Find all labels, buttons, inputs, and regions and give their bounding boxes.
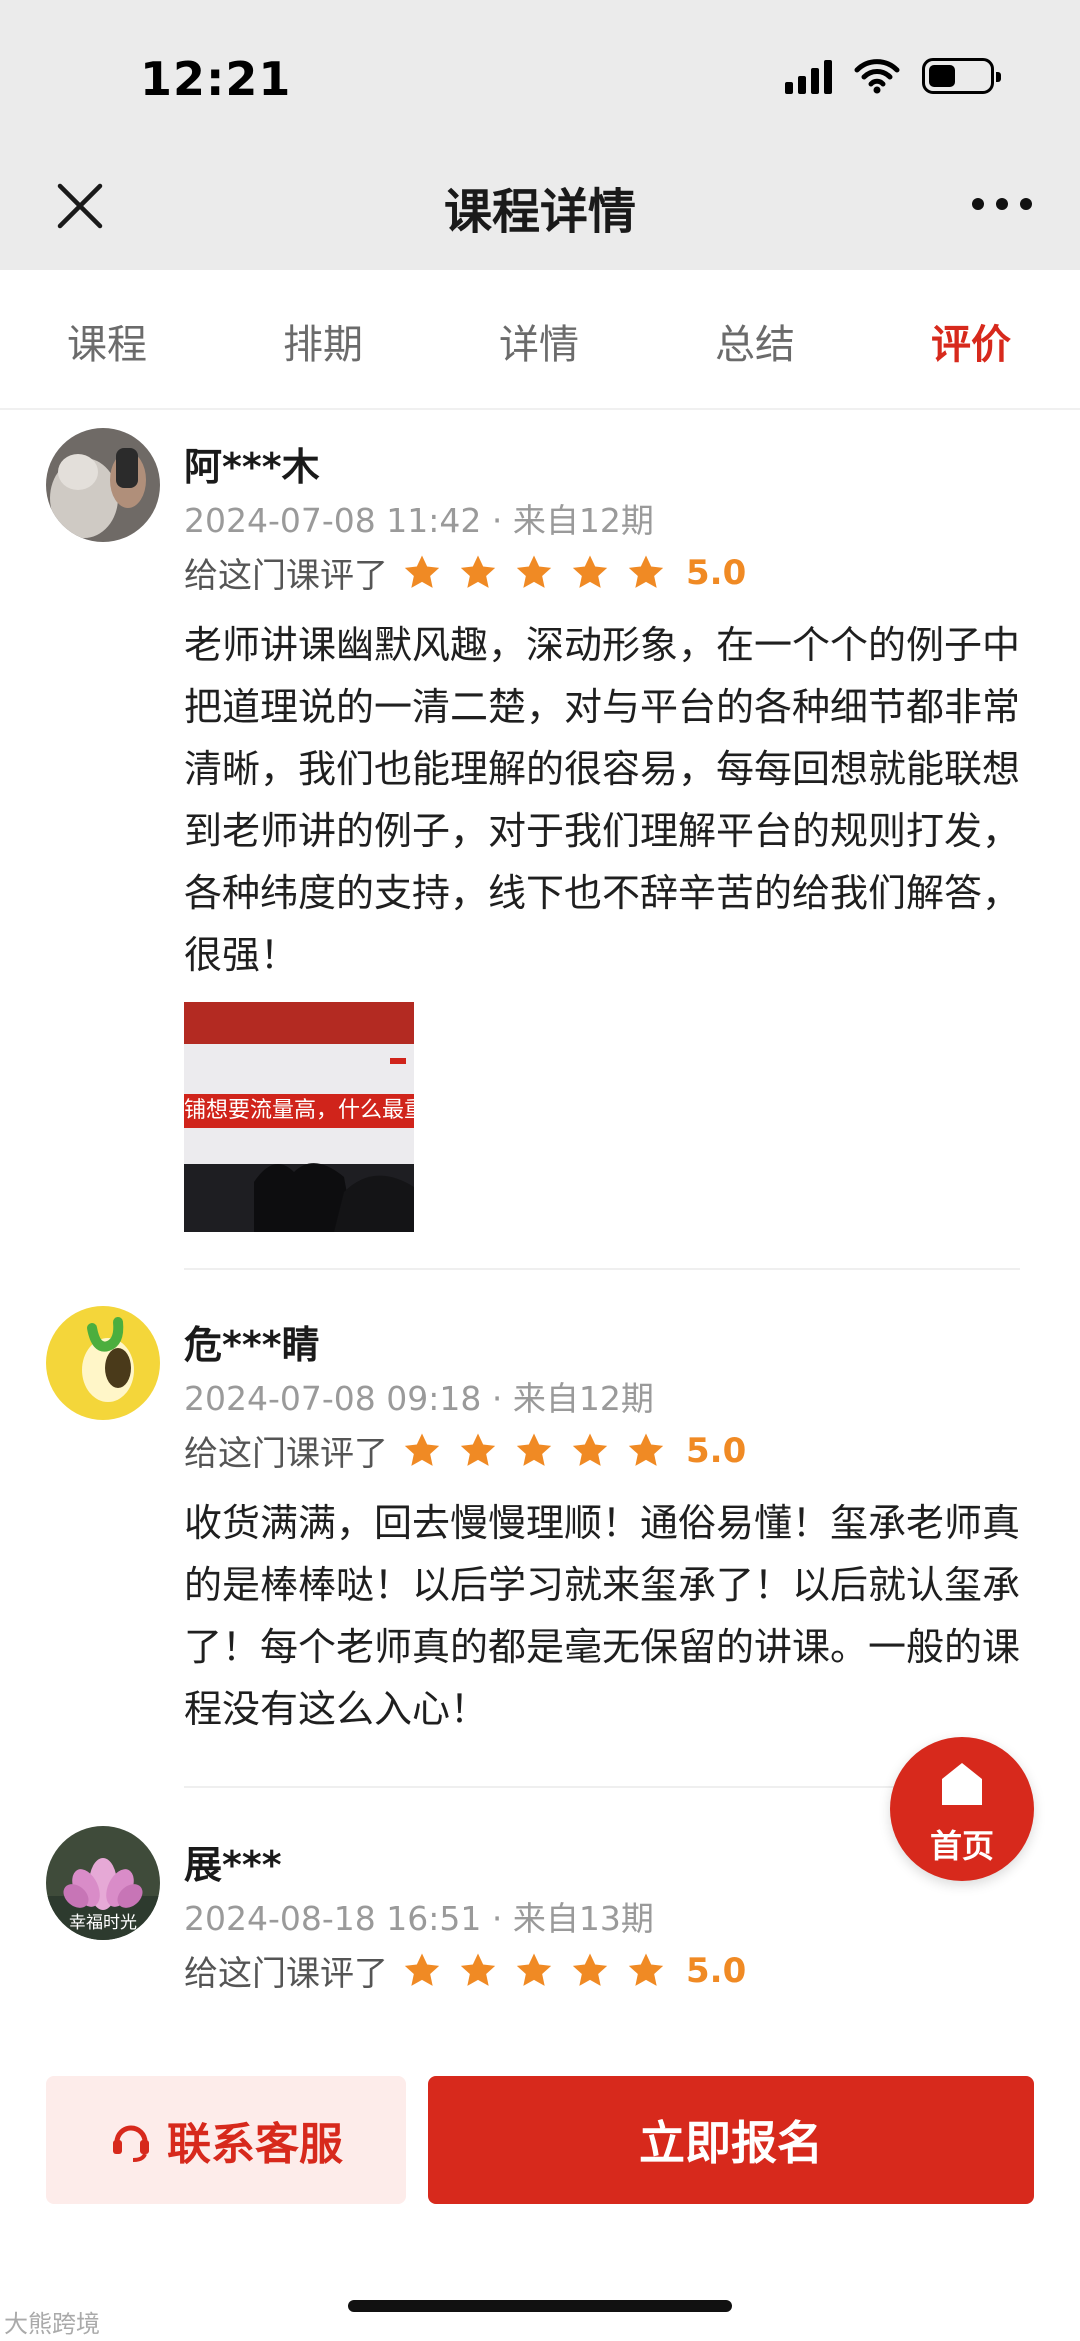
- star-icon: [572, 1433, 608, 1466]
- star-icon: [460, 1433, 496, 1466]
- header-area: 12:21 课程详情: [0, 0, 1080, 270]
- star-icon: [516, 555, 552, 588]
- rating-score: 5.0: [686, 552, 747, 593]
- rating-score: 5.0: [686, 1430, 747, 1471]
- photo-caption: 铺想要流量高，什么最重: [184, 1098, 414, 1123]
- status-time: 12:21: [140, 52, 292, 106]
- avatar: [46, 428, 160, 542]
- star-icon: [628, 555, 664, 588]
- enroll-button[interactable]: 立即报名: [428, 2076, 1034, 2204]
- reviewer-name: 阿***木: [184, 445, 320, 489]
- page-title: 课程详情: [443, 184, 636, 240]
- review-text: 收货满满，回去慢慢理顺！通俗易懂！玺承老师真的是棒棒哒！以后学习就来玺承了！以后…: [184, 1501, 1021, 1731]
- star-icon: [404, 1433, 440, 1466]
- review-rating: 给这门课评了 5.0: [184, 1946, 746, 1995]
- reviewer-name: 展***: [184, 1843, 282, 1887]
- star-icon: [628, 1953, 664, 1986]
- star-icon: [516, 1433, 552, 1466]
- star-icon: [572, 1953, 608, 1986]
- reviewer-name: 危***睛: [184, 1323, 320, 1367]
- avatar: [46, 1306, 160, 1420]
- contact-service-button[interactable]: 联系客服: [46, 2076, 406, 2204]
- home-indicator: [348, 2300, 732, 2312]
- review-photo[interactable]: 铺想要流量高，什么最重: [184, 1002, 414, 1232]
- home-button-label: 首页: [929, 1827, 994, 1865]
- home-icon: [942, 1763, 982, 1805]
- review-meta: 2024-07-08 09:18 · 来自12期: [184, 1379, 654, 1418]
- rating-score: 5.0: [686, 1950, 747, 1991]
- star-icon: [460, 1953, 496, 1986]
- bottom-action-bar: 联系客服 立即报名 大熊跨境: [0, 2040, 1080, 2341]
- divider: [184, 1268, 1020, 1270]
- star-icon: [460, 555, 496, 588]
- tab-schedule[interactable]: 排期: [243, 312, 403, 370]
- avatar-caption: 幸福时光: [69, 1913, 137, 1933]
- star-icon: [572, 555, 608, 588]
- review-rating: 给这门课评了 5.0: [184, 1426, 746, 1475]
- star-icon: [516, 1953, 552, 1986]
- wifi-icon: [854, 59, 900, 94]
- star-rating: [402, 1951, 666, 1991]
- tab-bar: 课程 排期 详情 总结 评价: [0, 270, 1080, 410]
- rating-label: 给这门课评了: [184, 1434, 388, 1474]
- rating-label: 给这门课评了: [184, 556, 388, 596]
- star-icon: [404, 555, 440, 588]
- rating-label: 给这门课评了: [184, 1954, 388, 1994]
- course-detail-page: 12:21 课程详情 课程 排期 详情 总结 评价 阿***木 2024-07-…: [0, 0, 1080, 2341]
- star-icon: [404, 1953, 440, 1986]
- review-meta: 2024-07-08 11:42 · 来自12期: [184, 501, 654, 540]
- review-meta: 2024-08-18 16:51 · 来自13期: [184, 1899, 654, 1938]
- review-rating: 给这门课评了 5.0: [184, 548, 746, 597]
- tab-details[interactable]: 详情: [459, 312, 619, 370]
- status-icons: [785, 58, 1001, 94]
- tab-course[interactable]: 课程: [27, 312, 187, 370]
- tab-reviews[interactable]: 评价: [891, 312, 1051, 370]
- watermark: 大熊跨境: [4, 2310, 100, 2338]
- headset-icon: [113, 2125, 149, 2162]
- avatar: 幸福时光: [46, 1826, 160, 1940]
- home-button[interactable]: 首页: [890, 1737, 1034, 1881]
- tab-summary[interactable]: 总结: [675, 312, 835, 370]
- star-rating: [402, 553, 666, 593]
- review-text: 老师讲课幽默风趣，深动形象，在一个个的例子中把道理说的一清二楚，对与平台的各种细…: [184, 623, 1021, 977]
- star-rating: [402, 1431, 666, 1471]
- more-options-icon[interactable]: [972, 194, 1032, 214]
- battery-icon: [922, 58, 1001, 94]
- contact-service-label: 联系客服: [167, 2119, 343, 2170]
- cellular-signal-icon: [785, 58, 832, 94]
- star-icon: [628, 1433, 664, 1466]
